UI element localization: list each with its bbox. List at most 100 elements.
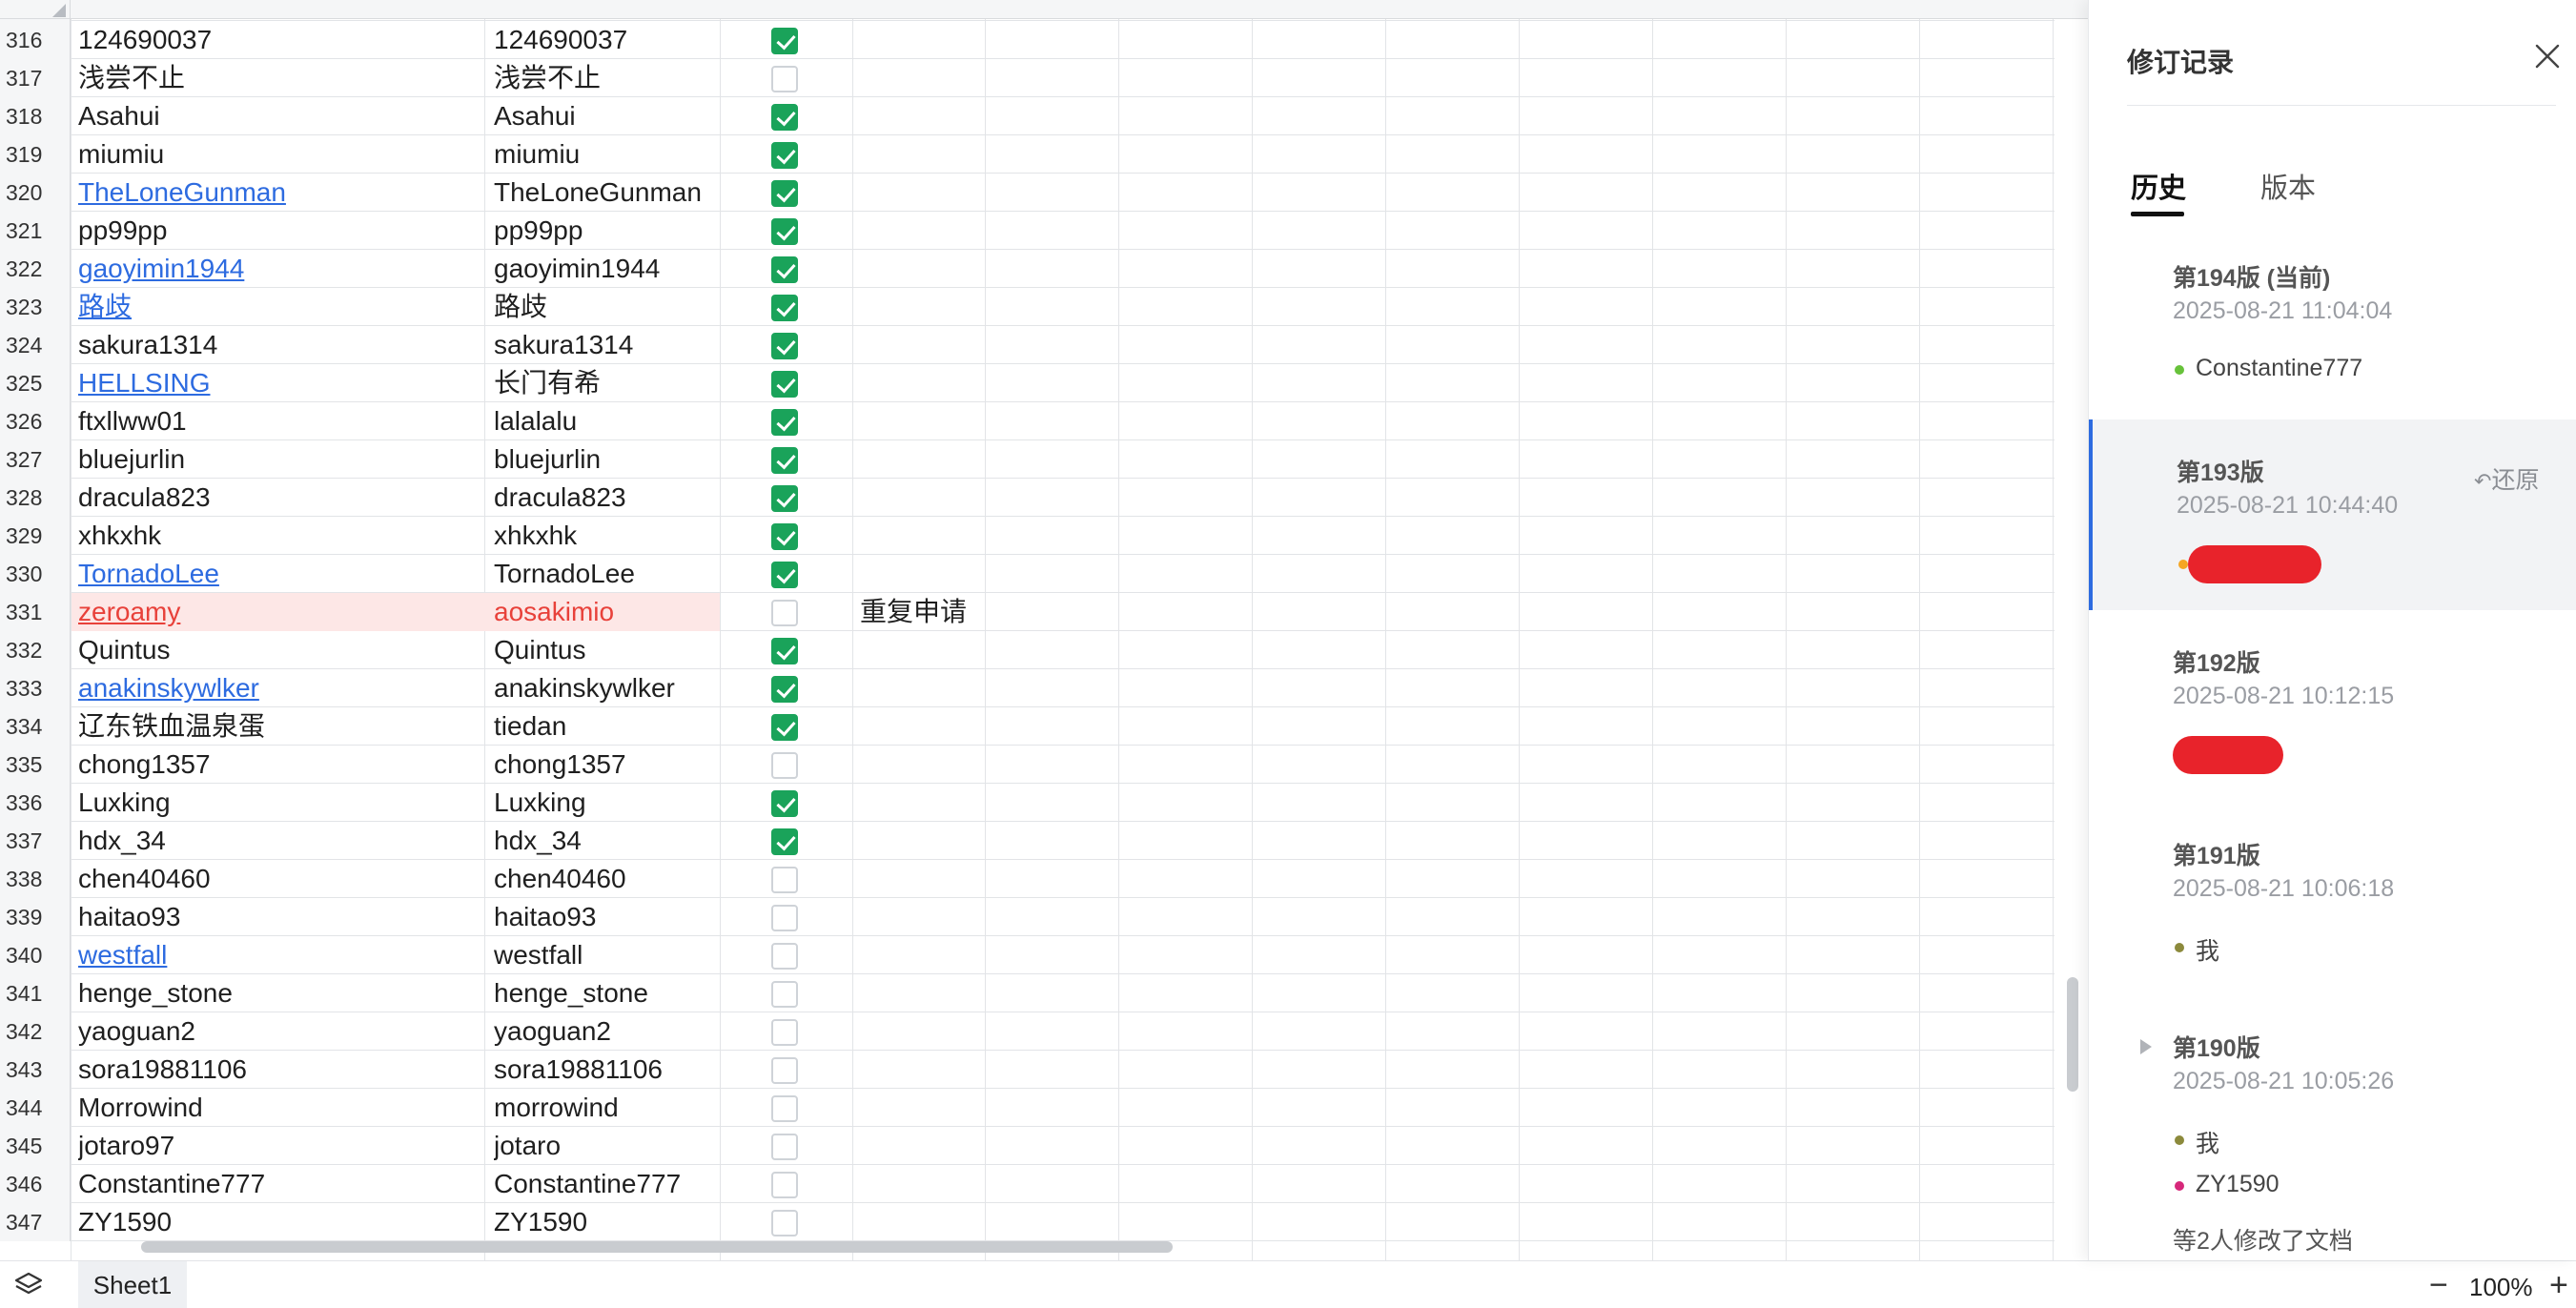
cell-username[interactable]: gaoyimin1944 — [78, 250, 483, 288]
table-row[interactable]: 344 Morrowind morrowind — [0, 1089, 2055, 1127]
cell-username[interactable]: bluejurlin — [78, 440, 483, 479]
approval-checkbox[interactable] — [771, 600, 798, 626]
table-row[interactable]: 319 miumiu miumiu — [0, 135, 2055, 174]
table-row[interactable]: 334 辽东铁血温泉蛋 tiedan — [0, 707, 2055, 746]
cell-username[interactable]: dracula823 — [78, 479, 483, 517]
vertical-scrollbar[interactable] — [2067, 977, 2078, 1092]
row-number[interactable]: 319 — [0, 135, 71, 174]
row-number[interactable]: 333 — [0, 669, 71, 707]
table-row[interactable]: 329 xhkxhk xhkxhk — [0, 517, 2055, 555]
cell-username[interactable]: Quintus — [78, 631, 483, 669]
table-row[interactable]: 336 Luxking Luxking — [0, 784, 2055, 822]
cell-username[interactable]: ftxllww01 — [78, 402, 483, 440]
zoom-out-button[interactable]: − — [2429, 1267, 2448, 1304]
table-row[interactable]: 340 westfall westfall — [0, 936, 2055, 974]
cell-account[interactable]: Luxking — [494, 784, 719, 822]
cell-username[interactable]: chen40460 — [78, 860, 483, 898]
row-number[interactable]: 338 — [0, 860, 71, 898]
row-number[interactable]: 323 — [0, 288, 71, 326]
row-number[interactable]: 344 — [0, 1089, 71, 1127]
row-number[interactable]: 337 — [0, 822, 71, 860]
table-row[interactable]: 322 gaoyimin1944 gaoyimin1944 — [0, 250, 2055, 288]
approval-checkbox[interactable] — [771, 905, 798, 931]
approval-checkbox[interactable] — [771, 1210, 798, 1236]
row-number[interactable]: 343 — [0, 1051, 71, 1089]
cell-username[interactable]: Luxking — [78, 784, 483, 822]
row-number[interactable]: 329 — [0, 517, 71, 555]
zoom-in-button[interactable]: + — [2549, 1267, 2568, 1304]
column-header-bar[interactable] — [0, 0, 2088, 19]
cell-account[interactable]: Quintus — [494, 631, 719, 669]
tab-history[interactable]: 历史 — [2131, 166, 2186, 206]
cell-username[interactable]: hdx_34 — [78, 822, 483, 860]
approval-checkbox[interactable] — [771, 867, 798, 893]
approval-checkbox[interactable] — [771, 333, 798, 359]
zoom-level[interactable]: 100% — [2469, 1273, 2533, 1302]
cell-username[interactable]: TheLoneGunman — [78, 174, 483, 212]
row-number[interactable]: 326 — [0, 402, 71, 440]
cell-account[interactable]: hdx_34 — [494, 822, 719, 860]
table-row[interactable]: 327 bluejurlin bluejurlin — [0, 440, 2055, 479]
row-number[interactable]: 320 — [0, 174, 71, 212]
row-number[interactable]: 336 — [0, 784, 71, 822]
row-number[interactable]: 325 — [0, 364, 71, 402]
approval-checkbox[interactable] — [771, 104, 798, 131]
approval-checkbox[interactable] — [771, 790, 798, 817]
table-row[interactable]: 341 henge_stone henge_stone — [0, 974, 2055, 1012]
cell-account[interactable]: 路歧 — [494, 288, 719, 326]
cell-account[interactable]: jotaro — [494, 1127, 719, 1165]
cell-username[interactable]: Asahui — [78, 97, 483, 135]
cell-account[interactable]: yaoguan2 — [494, 1012, 719, 1051]
approval-checkbox[interactable] — [771, 1134, 798, 1160]
cell-username[interactable]: yaoguan2 — [78, 1012, 483, 1051]
cell-account[interactable]: gaoyimin1944 — [494, 250, 719, 288]
approval-checkbox[interactable] — [771, 142, 798, 169]
cell-username[interactable]: xhkxhk — [78, 517, 483, 555]
version-item[interactable]: 第191版 2025-08-21 10:06:18 我 — [2089, 803, 2576, 993]
cell-username[interactable]: pp99pp — [78, 212, 483, 250]
row-number[interactable]: 330 — [0, 555, 71, 593]
approval-checkbox[interactable] — [771, 28, 798, 54]
cell-account[interactable]: TornadoLee — [494, 555, 719, 593]
cell-username[interactable]: sakura1314 — [78, 326, 483, 364]
table-row[interactable]: 326 ftxllww01 lalalalu — [0, 402, 2055, 440]
approval-checkbox[interactable] — [771, 409, 798, 436]
cell-account[interactable]: pp99pp — [494, 212, 719, 250]
cell-account[interactable]: anakinskywlker — [494, 669, 719, 707]
table-row[interactable]: 332 Quintus Quintus — [0, 631, 2055, 669]
layers-icon[interactable] — [13, 1271, 44, 1299]
row-number[interactable]: 317 — [0, 59, 71, 97]
cell-username[interactable]: westfall — [78, 936, 483, 974]
cell-username[interactable]: 124690037 — [78, 21, 483, 59]
row-number[interactable]: 341 — [0, 974, 71, 1012]
expand-arrow-icon[interactable] — [2140, 1039, 2152, 1054]
cell-account[interactable]: chong1357 — [494, 746, 719, 784]
cell-username[interactable]: sora19881106 — [78, 1051, 483, 1089]
approval-checkbox[interactable] — [771, 66, 798, 92]
spreadsheet-grid[interactable]: 315TomohiroTomohiro316124690037124690037… — [0, 0, 2088, 1260]
sheet-tab-sheet1[interactable]: Sheet1 — [78, 1261, 187, 1308]
row-number[interactable]: 332 — [0, 631, 71, 669]
cell-username[interactable]: jotaro97 — [78, 1127, 483, 1165]
close-icon[interactable] — [2533, 42, 2562, 71]
approval-checkbox[interactable] — [771, 676, 798, 703]
approval-checkbox[interactable] — [771, 485, 798, 512]
cell-username[interactable]: Morrowind — [78, 1089, 483, 1127]
cell-account[interactable]: TheLoneGunman — [494, 174, 719, 212]
row-number[interactable]: 322 — [0, 250, 71, 288]
cell-username[interactable]: henge_stone — [78, 974, 483, 1012]
version-item[interactable]: 第192版 2025-08-21 10:12:15 — [2089, 610, 2576, 801]
row-number[interactable]: 328 — [0, 479, 71, 517]
cell-account[interactable]: morrowind — [494, 1089, 719, 1127]
cell-account[interactable]: 124690037 — [494, 21, 719, 59]
cell-account[interactable]: 浅尝不止 — [494, 59, 719, 97]
table-row[interactable]: 330 TornadoLee TornadoLee — [0, 555, 2055, 593]
approval-checkbox[interactable] — [771, 981, 798, 1008]
tab-versions[interactable]: 版本 — [2260, 166, 2316, 206]
row-number[interactable]: 345 — [0, 1127, 71, 1165]
table-row[interactable]: 323 路歧 路歧 — [0, 288, 2055, 326]
cell-username[interactable]: 辽东铁血温泉蛋 — [78, 707, 483, 746]
cell-account[interactable]: ZY1590 — [494, 1203, 719, 1241]
approval-checkbox[interactable] — [771, 1019, 798, 1046]
cell-account[interactable]: lalalalu — [494, 402, 719, 440]
